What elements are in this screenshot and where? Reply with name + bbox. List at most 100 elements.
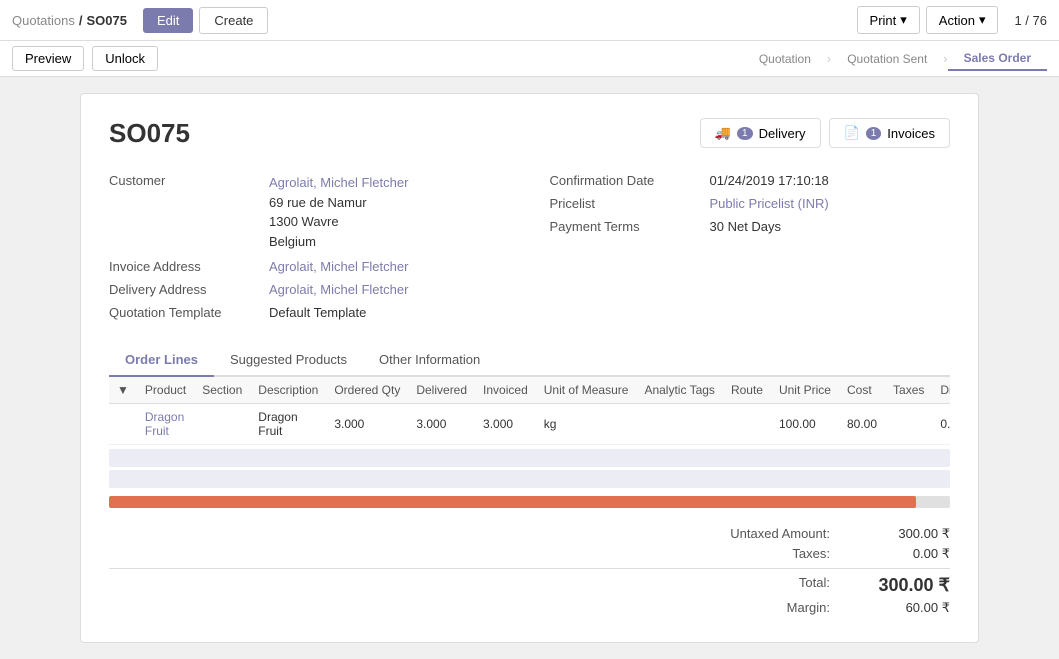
second-bar: Preview Unlock Quotation › Quotation Sen…: [0, 41, 1059, 77]
action-button[interactable]: Action ▾: [926, 6, 999, 34]
delivery-button[interactable]: 🚚 1 Delivery: [700, 118, 821, 148]
col-sort: ▼: [109, 377, 137, 404]
delivery-address-value[interactable]: Agrolait, Michel Fletcher: [269, 282, 408, 297]
order-lines-table: ▼ Product Section Description Ordered Qt…: [109, 377, 950, 445]
invoices-badge: 1: [866, 127, 882, 140]
grand-total-row: Total: 300.00 ₹: [690, 573, 950, 598]
breadcrumb: Quotations / SO075: [12, 13, 127, 28]
untaxed-amount-row: Untaxed Amount: 300.00 ₹: [690, 524, 950, 544]
delivery-label: Delivery: [759, 126, 806, 141]
customer-addr1: 69 rue de Namur: [269, 193, 408, 213]
delivery-truck-icon: 🚚: [715, 125, 731, 141]
invoices-button[interactable]: 📄 1 Invoices: [829, 118, 950, 148]
col-unit-price: Unit Price: [771, 377, 839, 404]
action-label: Action: [939, 13, 975, 28]
col-ordered-qty: Ordered Qty: [326, 377, 408, 404]
margin-value: 60.00 ₹: [870, 600, 950, 616]
unlock-button[interactable]: Unlock: [92, 46, 158, 71]
taxes-row: Taxes: 0.00 ₹: [690, 544, 950, 564]
margin-label: Margin:: [690, 600, 830, 616]
col-route: Route: [723, 377, 771, 404]
row-product[interactable]: Dragon Fruit: [137, 404, 194, 445]
row-uom: kg: [536, 404, 637, 445]
page-navigation: 1 / 76: [1014, 13, 1047, 28]
breadcrumb-separator: /: [79, 13, 83, 28]
col-section: Section: [194, 377, 250, 404]
print-button[interactable]: Print ▾: [857, 6, 920, 34]
customer-row: Customer Agrolait, Michel Fletcher 69 ru…: [109, 169, 510, 255]
customer-label: Customer: [109, 173, 269, 188]
row-description: Dragon Fruit: [250, 404, 326, 445]
progress-bar-container: [109, 496, 950, 508]
payment-terms-value: 30 Net Days: [710, 219, 782, 234]
quotation-template-label: Quotation Template: [109, 305, 269, 320]
row-section: [194, 404, 250, 445]
row-drag: [109, 404, 137, 445]
tabs: Order Lines Suggested Products Other Inf…: [109, 344, 950, 377]
untaxed-label: Untaxed Amount:: [690, 526, 830, 542]
pricelist-label: Pricelist: [550, 196, 710, 211]
row-analytic-tags: [636, 404, 722, 445]
col-delivered: Delivered: [408, 377, 475, 404]
totals-divider: [109, 568, 950, 569]
order-title: SO075: [109, 118, 190, 149]
print-chevron-icon: ▾: [900, 12, 907, 28]
info-grid: Customer Agrolait, Michel Fletcher 69 ru…: [109, 169, 950, 324]
table-body: Dragon Fruit Dragon Fruit 3.000 3.000 3.…: [109, 404, 950, 445]
margin-row: Margin: 60.00 ₹: [690, 598, 950, 618]
info-left: Customer Agrolait, Michel Fletcher 69 ru…: [109, 169, 510, 324]
quotation-template-value[interactable]: Default Template: [269, 305, 366, 320]
invoice-address-value[interactable]: Agrolait, Michel Fletcher: [269, 259, 408, 274]
add-line-bar-1[interactable]: [109, 449, 950, 467]
payment-terms-label: Payment Terms: [550, 219, 710, 234]
row-ordered-qty: 3.000: [326, 404, 408, 445]
edit-button[interactable]: Edit: [143, 8, 193, 33]
customer-addr3: Belgium: [269, 232, 408, 252]
col-uom: Unit of Measure: [536, 377, 637, 404]
tab-order-lines[interactable]: Order Lines: [109, 344, 214, 377]
order-card: SO075 🚚 1 Delivery 📄 1 Invoices Custome: [80, 93, 979, 643]
customer-addr2: 1300 Wavre: [269, 212, 408, 232]
col-product: Product: [137, 377, 194, 404]
invoice-address-label: Invoice Address: [109, 259, 269, 274]
row-unit-price: 100.00: [771, 404, 839, 445]
invoice-address-row: Invoice Address Agrolait, Michel Fletche…: [109, 255, 510, 278]
invoice-icon: 📄: [844, 125, 860, 141]
status-quotation[interactable]: Quotation: [743, 48, 827, 70]
col-taxes: Taxes: [885, 377, 932, 404]
col-invoiced: Invoiced: [475, 377, 536, 404]
col-discount: Discount (%): [932, 377, 950, 404]
row-route: [723, 404, 771, 445]
create-button[interactable]: Create: [199, 7, 268, 34]
breadcrumb-parent[interactable]: Quotations: [12, 13, 75, 28]
untaxed-value: 300.00 ₹: [870, 526, 950, 542]
breadcrumb-current: SO075: [87, 13, 127, 28]
row-delivered: 3.000: [408, 404, 475, 445]
top-bar: Quotations / SO075 Edit Create Print ▾ A…: [0, 0, 1059, 41]
status-sales-order[interactable]: Sales Order: [948, 47, 1047, 71]
totals-section: Untaxed Amount: 300.00 ₹ Taxes: 0.00 ₹ T…: [109, 516, 950, 618]
confirmation-date-row: Confirmation Date 01/24/2019 17:10:18: [550, 169, 951, 192]
preview-button[interactable]: Preview: [12, 46, 84, 71]
row-invoiced: 3.000: [475, 404, 536, 445]
total-label: Total:: [690, 575, 830, 596]
delivery-address-label: Delivery Address: [109, 282, 269, 297]
row-taxes: [885, 404, 932, 445]
pricelist-value[interactable]: Public Pricelist (INR): [710, 196, 829, 211]
add-line-bar-2[interactable]: [109, 470, 950, 488]
so-action-buttons: 🚚 1 Delivery 📄 1 Invoices: [700, 118, 950, 148]
customer-name[interactable]: Agrolait, Michel Fletcher: [269, 173, 408, 193]
confirmation-date-value: 01/24/2019 17:10:18: [710, 173, 829, 188]
order-lines-section: ▼ Product Section Description Ordered Qt…: [109, 377, 950, 445]
customer-value: Agrolait, Michel Fletcher 69 rue de Namu…: [269, 173, 408, 251]
tab-suggested-products[interactable]: Suggested Products: [214, 344, 363, 377]
tab-other-information[interactable]: Other Information: [363, 344, 496, 377]
table-row[interactable]: Dragon Fruit Dragon Fruit 3.000 3.000 3.…: [109, 404, 950, 445]
sort-arrow-icon: ▼: [117, 383, 129, 397]
row-discount: 0.00: [932, 404, 950, 445]
payment-terms-row: Payment Terms 30 Net Days: [550, 215, 951, 238]
status-quotation-sent[interactable]: Quotation Sent: [831, 48, 943, 70]
col-analytic-tags: Analytic Tags: [636, 377, 722, 404]
delivery-badge: 1: [737, 127, 753, 140]
main-content: SO075 🚚 1 Delivery 📄 1 Invoices Custome: [0, 77, 1059, 659]
